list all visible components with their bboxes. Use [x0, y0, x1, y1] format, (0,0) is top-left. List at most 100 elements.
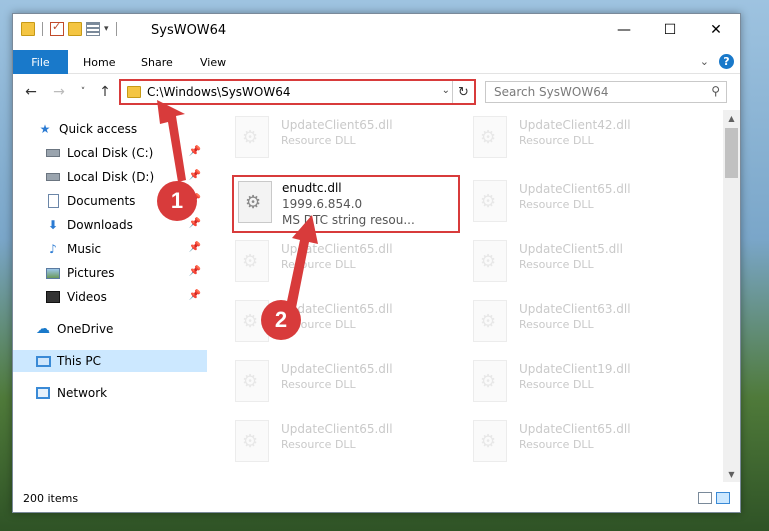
downloads-icon: ⬇: [47, 218, 59, 232]
sidebar-item-pictures[interactable]: Pictures 📌: [13, 262, 207, 284]
music-icon: ♪: [49, 242, 57, 256]
file-item[interactable]: UpdateClient63.dll Resource DLL: [447, 296, 675, 354]
address-path[interactable]: C:\Windows\SysWOW64: [147, 85, 291, 99]
folder-icon: [21, 22, 35, 36]
sidebar-item-music[interactable]: ♪ Music 📌: [13, 238, 207, 260]
tab-file[interactable]: File: [13, 50, 68, 74]
dll-file-icon: [238, 181, 272, 223]
file-description: Resource DLL: [519, 438, 594, 451]
step-badge-2: 2: [261, 300, 301, 340]
file-item[interactable]: UpdateClient65.dll Resource DLL: [209, 296, 437, 354]
search-input[interactable]: Search SysWOW64 ⚲: [485, 81, 727, 103]
pin-icon[interactable]: 📌: [189, 266, 201, 277]
chevron-down-icon[interactable]: ⌄: [700, 55, 709, 68]
file-item[interactable]: UpdateClient5.dll Resource DLL: [447, 236, 675, 294]
sidebar-item-local-disk-c[interactable]: Local Disk (C:) 📌: [13, 142, 207, 164]
tab-share[interactable]: Share: [141, 50, 173, 74]
file-item[interactable]: UpdateClient42.dll Resource DLL: [447, 112, 675, 170]
sidebar-item-videos[interactable]: Videos 📌: [13, 286, 207, 308]
sidebar-item-label: Music: [67, 242, 102, 256]
sidebar-item-label: OneDrive: [57, 322, 114, 336]
vertical-scrollbar[interactable]: ▲ ▼: [723, 110, 740, 482]
file-description: MS DTC string resou...: [282, 213, 415, 227]
pin-icon[interactable]: 📌: [189, 170, 201, 181]
refresh-button[interactable]: ↻: [452, 81, 474, 103]
toolbar-separator: [42, 22, 43, 36]
pin-icon[interactable]: 📌: [189, 290, 201, 301]
chevron-down-icon[interactable]: ⌄: [442, 85, 450, 96]
help-icon[interactable]: ?: [719, 54, 734, 69]
dll-file-icon: [473, 300, 507, 342]
title-bar: ▾ SysWOW64 — ☐ ✕: [13, 14, 740, 46]
file-item[interactable]: UpdateClient65.dll Resource DLL: [209, 416, 437, 474]
new-folder-icon[interactable]: [68, 22, 82, 36]
videos-icon: [45, 290, 61, 304]
pin-icon[interactable]: 📌: [189, 242, 201, 253]
dll-file-icon: [235, 420, 269, 462]
pin-icon[interactable]: 📌: [189, 218, 201, 229]
chevron-down-icon[interactable]: ▾: [104, 24, 109, 34]
maximize-button[interactable]: ☐: [647, 14, 693, 46]
file-explorer-window: ▾ SysWOW64 — ☐ ✕ File Home Share View ⌄ …: [12, 13, 741, 513]
search-icon[interactable]: ⚲: [711, 84, 720, 98]
back-button[interactable]: ←: [21, 81, 41, 103]
details-view-icon[interactable]: [698, 492, 712, 504]
ribbon-controls: ⌄ ?: [700, 54, 734, 69]
status-bar: 200 items: [13, 486, 740, 512]
forward-button[interactable]: →: [49, 81, 69, 103]
dll-file-icon: [473, 116, 507, 158]
folder-icon: [127, 86, 141, 98]
sidebar-item-this-pc[interactable]: This PC: [13, 350, 207, 372]
file-item[interactable]: UpdateClient65.dll Resource DLL: [447, 416, 675, 474]
file-name: UpdateClient63.dll: [519, 302, 631, 316]
pictures-icon: [45, 266, 61, 280]
computer-icon: [35, 354, 51, 368]
up-button[interactable]: ↑: [95, 81, 115, 103]
file-list: UpdateClient65.dll Resource DLL enudtc.d…: [209, 110, 721, 482]
tab-view[interactable]: View: [200, 50, 226, 74]
dll-file-icon: [473, 180, 507, 222]
file-item[interactable]: UpdateClient65.dll Resource DLL: [209, 236, 437, 294]
tiles-view-icon[interactable]: [716, 492, 730, 504]
navigation-pane: ★ Quick access Local Disk (C:) 📌 Local D…: [13, 114, 209, 484]
dll-file-icon: [235, 360, 269, 402]
file-item[interactable]: UpdateClient65.dll Resource DLL: [209, 112, 437, 170]
file-description: Resource DLL: [281, 438, 356, 451]
file-name: UpdateClient42.dll: [519, 118, 631, 132]
sidebar-item-onedrive[interactable]: ☁ OneDrive: [13, 318, 207, 340]
file-description: Resource DLL: [281, 134, 356, 147]
dll-file-icon: [235, 240, 269, 282]
file-name: UpdateClient65.dll: [519, 182, 631, 196]
file-description: Resource DLL: [519, 134, 594, 147]
file-name: UpdateClient65.dll: [281, 118, 393, 132]
scroll-down-icon[interactable]: ▼: [723, 466, 740, 482]
file-name: UpdateClient65.dll: [281, 362, 393, 376]
file-name: UpdateClient5.dll: [519, 242, 623, 256]
file-description: Resource DLL: [519, 318, 594, 331]
scroll-up-icon[interactable]: ▲: [723, 110, 740, 126]
properties-icon[interactable]: [50, 20, 64, 36]
sidebar-item-label: Local Disk (C:): [67, 146, 154, 160]
view-switcher: [698, 492, 730, 504]
file-item[interactable]: UpdateClient65.dll Resource DLL: [209, 356, 437, 414]
address-bar[interactable]: C:\Windows\SysWOW64 ⌄ ↻: [119, 79, 476, 105]
file-description: Resource DLL: [519, 258, 594, 271]
quick-access-toolbar: ▾: [21, 20, 120, 36]
minimize-button[interactable]: —: [601, 14, 647, 46]
file-item-enudtc[interactable]: enudtc.dll 1999.6.854.0 MS DTC string re…: [232, 175, 460, 233]
file-description: Resource DLL: [281, 378, 356, 391]
file-item[interactable]: UpdateClient65.dll Resource DLL: [447, 176, 675, 234]
view-options-icon[interactable]: [86, 22, 100, 36]
tab-home[interactable]: Home: [83, 50, 115, 74]
file-name: UpdateClient19.dll: [519, 362, 631, 376]
pin-icon[interactable]: 📌: [189, 146, 201, 157]
sidebar-item-network[interactable]: Network: [13, 382, 207, 404]
documents-icon: [45, 194, 61, 208]
sidebar-item-quick-access[interactable]: ★ Quick access: [13, 118, 207, 140]
file-item[interactable]: UpdateClient19.dll Resource DLL: [447, 356, 675, 414]
item-count: 200 items: [23, 492, 79, 505]
file-name: UpdateClient65.dll: [519, 422, 631, 436]
close-button[interactable]: ✕: [693, 14, 739, 46]
scrollbar-thumb[interactable]: [725, 128, 738, 178]
recent-locations-button[interactable]: ˅: [73, 81, 93, 103]
